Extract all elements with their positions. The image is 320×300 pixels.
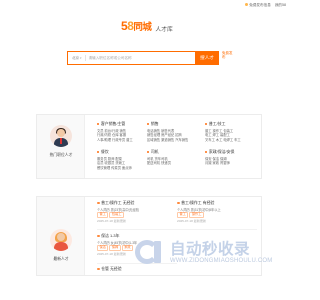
category-sales[interactable]: 销售 电话销售 销售代表 销售经理 房产经纪 招商 区域销售 渠道销售 汽车销售 (147, 121, 188, 143)
category-links[interactable]: 餐饮管理 传菜员 面点师 (97, 166, 132, 171)
category-title: 司机 (150, 149, 159, 154)
hot-positions-panel: 热门职位人才 客户销售/主管 文员 前台/行政 销售 行政/内勤 仓库 客服 人… (36, 114, 262, 179)
female-avatar-icon (50, 229, 72, 251)
category-workers[interactable]: 普工/技工 普工 操作工 包装工 电工 焊工 装配工 叉车工 木工 电焊工 车工 (205, 121, 241, 143)
watermark: 自动秒收录 WWW.ZIDONGMIAOSHOULU.COM (135, 236, 285, 268)
publish-free-link[interactable]: 免费发布信息 (244, 2, 271, 8)
category-bullet-icon (147, 150, 150, 154)
city-label: 北京 (72, 55, 79, 60)
hot-panel-sidebar: 热门职位人才 (37, 115, 85, 178)
category-bullet-icon (205, 122, 208, 126)
my58-link[interactable]: 我的58 (275, 3, 286, 8)
talent-card[interactable]: 普工/操作工 有经验 个人简历 男|31岁|初中|5年以上 普工 操作工 2025… (177, 200, 221, 223)
hot-panel-label: 热门职位人才 (49, 153, 73, 157)
category-title: 普工/技工 (208, 121, 226, 126)
category-housekeeping[interactable]: 家政/保洁/安保 保安 保洁 保姆 月嫂 家政 育婴师 (205, 149, 234, 166)
talent-name: 保洁 1-3年 (101, 233, 120, 238)
category-bullet-icon (205, 150, 208, 154)
city-select[interactable]: 北京 ▾ (68, 56, 85, 61)
person-bullet-icon (97, 234, 100, 238)
category-title: 销售 (150, 121, 159, 126)
watermark-logo-icon (135, 239, 165, 265)
category-bullet-icon (97, 150, 100, 154)
category-links[interactable]: 区域销售 渠道销售 汽车销售 (147, 138, 188, 143)
publish-bullet-icon (244, 2, 248, 6)
category-bullet-icon (147, 122, 150, 126)
category-links[interactable]: 叉车工 木工 电焊工 车工 (205, 138, 241, 143)
category-title: 客户销售/主管 (100, 121, 126, 126)
category-title: 家政/保洁/安保 (208, 149, 235, 154)
watermark-title: 自动秒收录 (170, 240, 251, 258)
talent-card[interactable]: 保洁 1-3年 个人简历 女|45岁|初中|1-3年 保洁 保姆 家政 2025-0… (97, 233, 137, 256)
latest-panel-label: 最新人才 (53, 257, 69, 261)
person-bullet-icon (177, 201, 180, 205)
chevron-down-icon: ▾ (80, 56, 82, 60)
talent-name: 普工/操作工 无经验 (101, 200, 135, 205)
talent-date: 2025-07-18 最新更新 (97, 219, 127, 224)
category-sales-supervisor[interactable]: 客户销售/主管 文员 前台/行政 销售 行政/内勤 仓库 客服 人事/助理 行政… (97, 121, 133, 143)
category-links[interactable]: 配送司机 快递员 (147, 161, 171, 166)
search-divider (84, 55, 86, 61)
talent-date: 2025-07-18 最新更新 (177, 219, 207, 224)
top-links: 免费发布信息 我的58 (244, 2, 286, 8)
talent-date: 2025-07-18 最新更新 (97, 252, 127, 257)
category-title: 餐饮 (100, 149, 109, 154)
brand: 58同城 人才库 (121, 20, 173, 34)
site-logo[interactable]: 58同城 (121, 20, 152, 34)
category-bullet-icon (97, 122, 100, 126)
search-button[interactable]: 搜人才 (195, 51, 219, 65)
publish-free-button[interactable]: 免费发布 (222, 51, 234, 59)
category-links[interactable]: 人事/助理 行政专员 普工 (97, 138, 133, 143)
publish-free-label: 免费发布信息 (249, 2, 271, 7)
logo-text: 同城 (133, 22, 152, 33)
person-bullet-icon (97, 267, 100, 271)
talent-card[interactable]: 普工/操作工 无经验 个人简历 男|23岁|高中|无经验 普工 包装工 2025-… (97, 200, 139, 223)
watermark-url: WWW.ZIDONGMIAOSHOULU.COM (170, 257, 273, 264)
person-bullet-icon (97, 201, 100, 205)
male-avatar-icon (50, 125, 72, 147)
talent-card[interactable]: 仓管 无经验 (97, 266, 122, 274)
category-driver[interactable]: 司机 司机 货车司机 配送司机 快递员 (147, 149, 171, 166)
row-divider (97, 229, 257, 230)
top-bar: 免费发布信息 我的58 (0, 0, 300, 9)
brand-subtitle: 人才库 (155, 27, 173, 33)
talent-name: 仓管 无经验 (101, 266, 122, 271)
talent-name: 普工/操作工 有经验 (181, 200, 215, 205)
latest-panel-sidebar: 最新人才 (37, 197, 85, 275)
category-catering[interactable]: 餐饮 服务员 厨师 配菜 店员 收银员 洗碗工 餐饮管理 传菜员 面点师 (97, 149, 132, 171)
category-links[interactable]: 月嫂 家政 育婴师 (205, 161, 234, 166)
